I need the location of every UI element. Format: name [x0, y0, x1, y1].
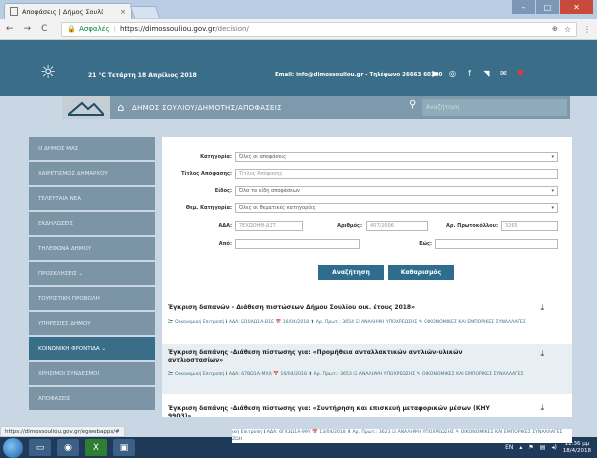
facebook-icon[interactable]: f [464, 68, 475, 79]
sidebar-item-useful-links[interactable]: ΧΡΗΣΙΜΟΙ ΣΥΝΔΕΣΜΟΙ [29, 362, 155, 387]
sidebar-menu: Ο ΔΗΜΟΣ ΜΑΣ ΧΑΙΡΕΤΙΣΜΟΣ ΔΗΜΑΡΧΟΥ ΤΕΛΕΥΤΑ… [29, 137, 155, 417]
lock-icon: 🔒 [67, 25, 77, 33]
tray-arrow-icon[interactable]: ▴ [519, 444, 522, 451]
contact-info: Email: info@dimossouliou.gr - Τηλέφωνο 2… [275, 72, 443, 78]
browser-toolbar: ← → C 🔒 Ασφαλές | https://dimossouliou.g… [0, 19, 597, 40]
window-titlebar: Αποφάσεις | Δήμος Σουλί × – □ ✕ [0, 0, 597, 19]
category-value: Όλες οι αποφάσεις [239, 154, 287, 160]
protocol-label: Αρ. Πρωτοκόλλου: [446, 223, 498, 229]
result-meta: ική Επιτροπή ℹ ΑΔΑ: 6ΓΧ3Ω1Α-99Υ 📅 13/04/… [232, 429, 572, 443]
social-links: ▶ ◎ f ◥ ✉ ♥ [430, 68, 526, 79]
site-navbar: ⌂ ΔΗΜΟΣ ΣΟΥΛΙΟΥ/ΔΗΜΟΤΗΣ/ΑΠΟΦΑΣΕΙΣ ⚲ Αναζ… [62, 96, 570, 119]
title-input[interactable]: Τίτλος Απόφασης [235, 169, 558, 179]
to-label: Εώς: [419, 241, 432, 247]
secure-label: Ασφαλές [79, 25, 110, 33]
theme-label: Θεμ. Κατηγορία: [185, 205, 232, 211]
separator: | [113, 25, 116, 33]
sidebar-item-social-care[interactable]: ΚΟΙΝΩΝΙΚΗ ΦΡΟΝΤΙΔΑ ⌄ [29, 337, 155, 362]
download-icon[interactable]: ⤓ [540, 403, 544, 413]
search-icon[interactable]: ⚲ [409, 99, 416, 110]
mail-icon[interactable]: ✉ [498, 68, 509, 79]
clock-date: 18/4/2018 [562, 447, 591, 454]
type-label: Είδος: [214, 188, 232, 194]
back-icon[interactable]: ← [6, 24, 14, 34]
heart-icon[interactable]: ♥ [515, 68, 526, 79]
category-label: Κατηγορία: [200, 154, 232, 160]
sidebar-item-latest-news[interactable]: ΤΕΛΕΥΤΑΙΑ ΝΕΑ [29, 187, 155, 212]
sidebar-item-our-municipality[interactable]: Ο ΔΗΜΟΣ ΜΑΣ [29, 137, 155, 162]
explorer-app-icon[interactable]: ▭ [29, 439, 51, 456]
type-value: Όλα τα είδη αποφάσεων [239, 188, 300, 194]
sidebar-item-mayor-greeting[interactable]: ΧΑΙΡΕΤΙΣΜΟΣ ΔΗΜΑΡΧΟΥ [29, 162, 155, 187]
page-icon [10, 7, 18, 16]
url-host: https://dimossouliou.gov.gr [119, 25, 216, 33]
theme-value: Όλες οι θεματικές κατηγορίες [239, 205, 316, 211]
sidebar-item-decisions[interactable]: ΑΠΟΦΑΣΕΙΣ [29, 387, 155, 412]
maximize-button[interactable]: □ [535, 0, 559, 14]
weather-date: 21 °C Τετάρτη 18 Απρίλιος 2018 [88, 72, 197, 79]
result-meta: 🗁 Οικονομική Επιτροπή ℹ ΑΔΑ: 67ΒΩ1Α-ΜΧΑ … [168, 372, 524, 377]
rss-icon[interactable]: ◥ [481, 68, 492, 79]
chevron-down-icon: ▾ [551, 188, 554, 194]
decisions-panel: Κατηγορία: Όλες οι αποφάσεις ▾ Τίτλος Απ… [162, 137, 572, 417]
sidebar-item-services[interactable]: ΥΠΗΡΕΣΙΕΣ ΔΗΜΟΥ [29, 312, 155, 337]
flag-icon[interactable]: ⚑ [528, 444, 533, 451]
result-title[interactable]: Έγκριση δαπανών - Διάθεση πιστώσεων Δήμο… [168, 304, 513, 312]
home-icon[interactable]: ⌂ [110, 101, 132, 114]
sidebar-item-phones[interactable]: ΤΗΛΕΦΩΝΑ ΔΗΜΟΥ [29, 237, 155, 262]
chrome-app-icon[interactable]: ◉ [57, 439, 79, 456]
theme-select[interactable]: Όλες οι θεματικές κατηγορίες ▾ [235, 203, 558, 213]
tab-title: Αποφάσεις | Δήμος Σουλί [22, 7, 104, 16]
ada-input[interactable]: 7ΕΧΩΟΗΘ-Δ1Τ [235, 221, 303, 231]
volume-icon[interactable]: ◂) [551, 444, 556, 451]
sun-weather-icon: ☼ [40, 62, 57, 83]
chevron-down-icon: ▾ [551, 205, 554, 211]
sidebar-item-events[interactable]: ΕΚΔΗΛΩΣΕΙΣ [29, 212, 155, 237]
excel-app-icon[interactable]: X [85, 439, 107, 456]
forward-icon[interactable]: → [24, 24, 32, 34]
sidebar-item-tourism[interactable]: ΤΟΥΡΙΣΤΙΚΗ ΠΡΟΒΟΛΗ [29, 287, 155, 312]
browser-menu-icon[interactable]: ⋮ [583, 25, 591, 34]
address-bar[interactable]: 🔒 Ασφαλές | https://dimossouliou.gov.gr … [61, 21, 577, 37]
from-label: Από: [218, 241, 232, 247]
start-button[interactable] [3, 437, 23, 458]
instagram-icon[interactable]: ◎ [447, 68, 458, 79]
from-date-input[interactable] [235, 239, 360, 249]
download-icon[interactable]: ⤓ [540, 303, 544, 313]
to-date-input[interactable] [435, 239, 558, 249]
minimize-button[interactable]: – [511, 0, 535, 14]
site-search-input[interactable]: Αναζήτηση [422, 99, 567, 116]
number-label: Αριθμός: [337, 223, 362, 229]
result-title[interactable]: Έγκριση δαπάνης -Διάθεση πίστωσης για: «… [168, 349, 513, 365]
result-meta: 🗁 Οικονομική Επιτροπή ℹ ΑΔΑ: Ω10ΑΩ1Α-Β1Ε… [168, 320, 526, 325]
download-icon[interactable]: ⤓ [540, 349, 544, 359]
number-input[interactable]: 407/2006 [366, 221, 428, 231]
url-path: /decision/ [215, 25, 249, 33]
clear-button[interactable]: Καθαρισμός [388, 265, 454, 280]
browser-tab[interactable]: Αποφάσεις | Δήμος Σουλί × [4, 3, 132, 19]
bookmark-star-icon[interactable]: ☆ [564, 25, 571, 34]
search-button[interactable]: Αναζήτηση [318, 265, 384, 280]
language-indicator[interactable]: EN [505, 444, 513, 451]
new-tab-button[interactable] [129, 6, 161, 18]
close-window-button[interactable]: ✕ [559, 0, 593, 14]
status-url: https://dimossouliou.gov.gr/egwebapps/# [0, 426, 125, 437]
title-label: Τίτλος Απόφασης: [181, 171, 232, 177]
close-tab-icon[interactable]: × [120, 8, 126, 16]
sidebar-item-invitations[interactable]: ΠΡΟΣΚΛΗΣΕΙΣ ⌄ [29, 262, 155, 287]
window-app-icon[interactable]: ▣ [113, 439, 135, 456]
window-controls: – □ ✕ [511, 0, 593, 14]
result-title[interactable]: Έγκριση δαπάνης -Διάθεση πίστωσης για: «… [168, 405, 513, 417]
protocol-input[interactable]: 3265 [501, 221, 558, 231]
breadcrumb: ΔΗΜΟΣ ΣΟΥΛΙΟΥ/ΔΗΜΟΤΗΣ/ΑΠΟΦΑΣΕΙΣ [132, 103, 282, 112]
zoom-icon[interactable]: ⊕ [552, 25, 558, 33]
ada-label: ΑΔΑ: [218, 223, 232, 229]
site-logo[interactable] [62, 96, 110, 119]
network-icon[interactable]: ▤ [540, 444, 546, 451]
youtube-icon[interactable]: ▶ [430, 68, 441, 79]
type-select[interactable]: Όλα τα είδη αποφάσεων ▾ [235, 186, 558, 196]
chevron-down-icon: ▾ [551, 154, 554, 160]
category-select[interactable]: Όλες οι αποφάσεις ▾ [235, 152, 558, 162]
reload-icon[interactable]: C [41, 24, 47, 34]
